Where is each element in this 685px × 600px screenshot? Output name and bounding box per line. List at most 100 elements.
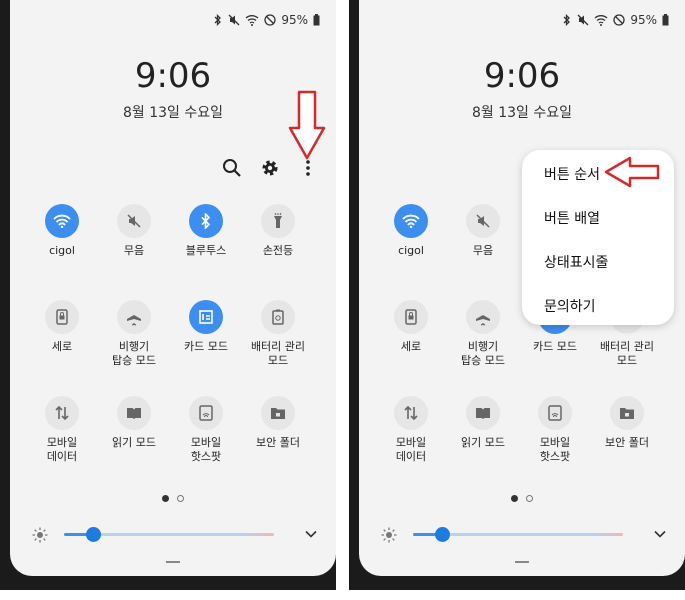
battery-percent: 95% <box>281 13 308 27</box>
mute-icon <box>577 14 589 26</box>
mute-icon <box>466 204 500 238</box>
page-dot-active[interactable] <box>511 495 518 502</box>
tile-bluetooth[interactable]: 블루투스 <box>170 204 242 258</box>
tile-label: 손전등 <box>262 244 294 257</box>
battery-percent: 95% <box>630 13 657 27</box>
brightness-control <box>32 524 322 546</box>
tile-mute[interactable]: 무음 <box>98 204 170 258</box>
gear-icon[interactable] <box>260 158 280 178</box>
tile-flashlight[interactable]: 손전등 <box>242 204 314 258</box>
clock: 9:06 <box>134 56 212 96</box>
tile-label: 보안 폴더 <box>605 436 649 449</box>
tile-label: 배터리 관리 모드 <box>250 340 306 367</box>
wifi-icon <box>245 15 259 26</box>
date: 8월 13일 수요일 <box>471 105 573 121</box>
tile-label: 모바일 핫스팟 <box>539 436 571 463</box>
status-bar: 95% <box>213 12 320 28</box>
mute-icon <box>228 14 240 26</box>
chevron-down-icon[interactable] <box>304 527 318 541</box>
page-dot[interactable] <box>526 495 533 502</box>
tile-label: 보안 폴더 <box>256 436 300 449</box>
page-dot[interactable] <box>177 495 184 502</box>
search-icon[interactable] <box>222 158 242 178</box>
mobile-data-icon <box>394 396 428 430</box>
tile-label: 무음 <box>472 244 494 257</box>
portrait-lock-icon <box>394 300 428 334</box>
screenshot: 95% 9:06 8월 13일 수요일 cigol 무음 블루투스 손전등 세로… <box>0 0 685 600</box>
brightness-control <box>381 524 671 546</box>
bluetooth-icon <box>563 14 571 26</box>
chevron-down-icon[interactable] <box>653 527 667 541</box>
tile-mute[interactable]: 무음 <box>447 204 519 258</box>
book-icon <box>117 396 151 430</box>
brightness-icon <box>32 527 48 543</box>
date: 8월 13일 수요일 <box>122 105 224 121</box>
brightness-slider-thumb[interactable] <box>86 527 102 542</box>
tile-secure-folder[interactable]: 보안 폴더 <box>591 396 663 450</box>
tile-airplane[interactable]: 비행기 탑승 모드 <box>98 300 170 368</box>
more-vertical-icon[interactable] <box>298 158 318 178</box>
tile-secure-folder[interactable]: 보안 폴더 <box>242 396 314 450</box>
tile-label: 읽기 모드 <box>461 436 505 449</box>
tile-reading-mode[interactable]: 읽기 모드 <box>98 396 170 450</box>
hotspot-icon <box>189 396 223 430</box>
tile-label: 모바일 데이터 <box>395 436 427 463</box>
wifi-icon <box>394 204 428 238</box>
menu-item-button-layout[interactable]: 버튼 배열 <box>544 208 600 228</box>
tile-hotspot[interactable]: 모바일 핫스팟 <box>519 396 591 464</box>
battery-icon <box>313 14 320 26</box>
mute-icon <box>117 204 151 238</box>
overflow-menu: 버튼 순서 버튼 배열 상태표시줄 문의하기 <box>522 150 674 325</box>
tile-label: 비행기 탑승 모드 <box>112 340 156 367</box>
bluetooth-icon <box>214 14 222 26</box>
battery-icon <box>662 14 669 26</box>
tile-reading-mode[interactable]: 읽기 모드 <box>447 396 519 450</box>
tile-portrait[interactable]: 세로 <box>26 300 98 354</box>
tile-label: 카드 모드 <box>533 340 577 353</box>
flashlight-icon <box>261 204 295 238</box>
do-not-disturb-icon <box>264 14 276 26</box>
panel-handle[interactable] <box>515 561 529 563</box>
tile-label: cigol <box>398 244 424 257</box>
wifi-icon <box>45 204 79 238</box>
menu-item-contact-us[interactable]: 문의하기 <box>544 296 596 316</box>
airplane-icon <box>117 300 151 334</box>
mobile-data-icon <box>45 396 79 430</box>
tile-label: 읽기 모드 <box>112 436 156 449</box>
card-icon <box>189 300 223 334</box>
tile-mobile-data[interactable]: 모바일 데이터 <box>375 396 447 464</box>
tile-label: 모바일 데이터 <box>46 436 78 463</box>
brightness-slider-thumb[interactable] <box>435 527 451 542</box>
tile-label: 무음 <box>123 244 145 257</box>
portrait-lock-icon <box>45 300 79 334</box>
menu-item-status-bar[interactable]: 상태표시줄 <box>544 252 608 272</box>
clock: 9:06 <box>483 56 561 96</box>
tile-airplane[interactable]: 비행기 탑승 모드 <box>447 300 519 368</box>
tile-label: 세로 <box>400 340 422 353</box>
tile-hotspot[interactable]: 모바일 핫스팟 <box>170 396 242 464</box>
book-icon <box>466 396 500 430</box>
tile-label: 모바일 핫스팟 <box>190 436 222 463</box>
panel-toolbar <box>222 158 318 178</box>
panel-handle[interactable] <box>166 561 180 563</box>
tile-wifi[interactable]: cigol <box>375 204 447 258</box>
page-dot-active[interactable] <box>162 495 169 502</box>
wifi-icon <box>594 15 608 26</box>
bluetooth-icon <box>189 204 223 238</box>
secure-folder-icon <box>610 396 644 430</box>
do-not-disturb-icon <box>613 14 625 26</box>
tile-label: cigol <box>49 244 75 257</box>
quick-panel-left: 95% 9:06 8월 13일 수요일 cigol 무음 블루투스 손전등 세로… <box>10 0 336 576</box>
tile-card-mode[interactable]: 카드 모드 <box>170 300 242 354</box>
tile-wifi[interactable]: cigol <box>26 204 98 258</box>
tile-portrait[interactable]: 세로 <box>375 300 447 354</box>
tile-label: 배터리 관리 모드 <box>599 340 655 367</box>
tile-battery-saver[interactable]: 배터리 관리 모드 <box>242 300 314 368</box>
menu-item-button-order[interactable]: 버튼 순서 <box>544 164 600 184</box>
tile-label: 블루투스 <box>185 244 227 257</box>
status-bar: 95% <box>562 12 669 28</box>
hotspot-icon <box>538 396 572 430</box>
page-indicator <box>10 495 336 502</box>
secure-folder-icon <box>261 396 295 430</box>
tile-mobile-data[interactable]: 모바일 데이터 <box>26 396 98 464</box>
